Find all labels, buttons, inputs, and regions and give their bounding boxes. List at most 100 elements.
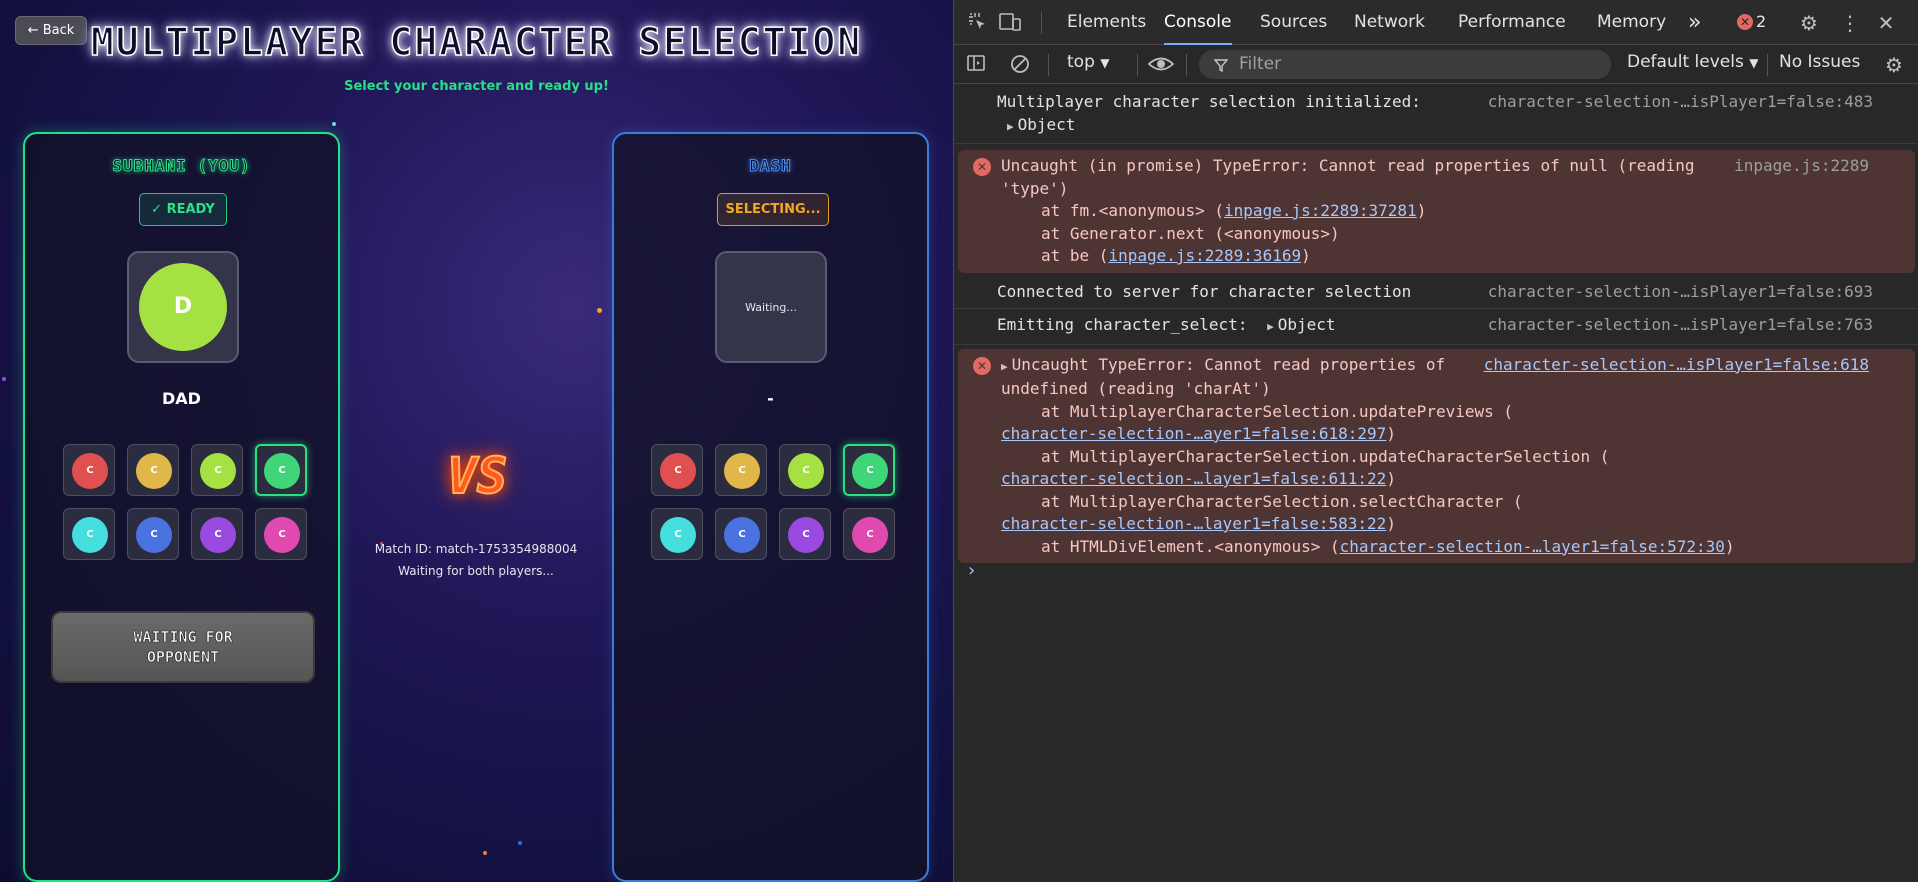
tab-performance[interactable]: Performance (1458, 0, 1566, 45)
character-option[interactable]: C (779, 444, 831, 496)
devtools-panel: Elements Console Sources Network Perform… (953, 0, 1918, 882)
expand-triangle-icon: ▶ (1007, 119, 1014, 133)
console-settings-icon[interactable]: ⚙ (1882, 53, 1906, 77)
source-link[interactable]: inpage.js:2289 (1734, 155, 1869, 178)
object-expander[interactable]: ▶ Object (997, 114, 1907, 139)
character-avatar: C (264, 453, 300, 489)
tab-memory[interactable]: Memory (1597, 0, 1666, 45)
error-text: undefined (reading 'charAt') (1001, 379, 1271, 398)
chevron-down-icon: ▼ (1100, 56, 1110, 70)
error-counter[interactable]: ✕ 2 (1737, 12, 1766, 31)
player2-character-name: - (767, 389, 774, 408)
star (597, 308, 602, 313)
character-avatar: C (724, 453, 760, 489)
eye-icon[interactable] (1147, 53, 1175, 77)
character-option[interactable]: C (651, 444, 703, 496)
player1-name: SUBHANI (YOU) (112, 156, 251, 176)
kebab-menu-icon[interactable]: ⋮ (1838, 11, 1862, 35)
star (483, 851, 487, 855)
console-messages: Multiplayer character selection initiali… (954, 85, 1918, 563)
log-levels-label: Default levels (1627, 52, 1744, 72)
stack-frame: at MultiplayerCharacterSelection.selectC… (1001, 491, 1903, 514)
log-levels-dropdown[interactable]: Default levels ▼ (1627, 52, 1758, 72)
source-link[interactable]: character-selection-…isPlayer1=false:763 (1488, 314, 1873, 337)
close-icon[interactable]: ✕ (1874, 11, 1898, 35)
character-option[interactable]: C (715, 508, 767, 560)
filter-icon (1213, 50, 1229, 82)
character-avatar: C (72, 517, 108, 553)
character-avatar: C (660, 517, 696, 553)
tab-sources[interactable]: Sources (1260, 0, 1327, 45)
console-log-message: Multiplayer character selection initiali… (954, 85, 1918, 144)
source-link[interactable]: character-selection-…isPlayer1=false:618 (1484, 354, 1869, 377)
toolbar-divider (1186, 54, 1187, 76)
character-option[interactable]: C (255, 508, 307, 560)
player1-character-grid: CCCCCCCC (63, 444, 307, 560)
toolbar-divider (1137, 54, 1138, 76)
object-label: Object (1017, 114, 1076, 134)
console-prompt[interactable]: › (968, 560, 975, 581)
stack-link[interactable]: character-selection-…ayer1=false:618:297 (1001, 424, 1386, 443)
character-option[interactable]: C (255, 444, 307, 496)
filter-placeholder: Filter (1239, 54, 1282, 74)
tab-network[interactable]: Network (1354, 0, 1425, 45)
stack-link[interactable]: character-selection-…layer1=false:583:22 (1001, 514, 1386, 533)
devtools-tab-bar: Elements Console Sources Network Perform… (954, 0, 1918, 45)
character-avatar: C (660, 453, 696, 489)
stack-frame-text: ) (1301, 246, 1311, 265)
device-toolbar-icon[interactable] (998, 11, 1022, 35)
character-option[interactable]: C (127, 444, 179, 496)
error-text: Uncaught TypeError: Cannot read properti… (1011, 354, 1446, 374)
player1-status-badge: ✓ READY (139, 193, 227, 226)
stack-frame-text: at MultiplayerCharacterSelection.updateC… (1041, 446, 1610, 466)
tab-elements[interactable]: Elements (1067, 0, 1146, 45)
match-id: Match ID: match-1753354988004 (374, 542, 578, 556)
clear-icon[interactable] (1008, 53, 1032, 77)
error-icon: ✕ (1737, 14, 1753, 30)
character-avatar: C (852, 517, 888, 553)
object-label: Object (1277, 315, 1336, 334)
stack-link[interactable]: inpage.js:2289:37281 (1224, 201, 1417, 220)
stack-frame: at MultiplayerCharacterSelection.updateC… (1001, 446, 1903, 469)
tab-console[interactable]: Console (1164, 0, 1232, 45)
stack-link[interactable]: character-selection-…layer1=false:572:30 (1340, 537, 1725, 556)
character-option[interactable]: C (843, 508, 895, 560)
player2-status-badge: SELECTING... (717, 193, 829, 226)
console-error-message: ✕ Uncaught (in promise) TypeError: Canno… (958, 150, 1915, 273)
stack-frame-text: at HTMLDivElement.<anonymous> ( (1041, 536, 1340, 556)
expand-triangle-icon[interactable]: ▶ (1001, 356, 1008, 379)
sidebar-icon[interactable] (964, 53, 988, 77)
issues-button[interactable]: No Issues (1779, 52, 1860, 72)
object-expander[interactable]: ▶ Object (1267, 315, 1335, 334)
filter-input[interactable]: Filter (1199, 50, 1611, 79)
stack-link[interactable]: inpage.js:2289:36169 (1108, 246, 1301, 265)
player2-name: DASH (749, 156, 792, 176)
character-option[interactable]: C (779, 508, 831, 560)
waiting-for-opponent-button[interactable]: WAITING FOR OPPONENT (51, 611, 315, 683)
stack-link[interactable]: character-selection-…layer1=false:611:22 (1001, 469, 1386, 488)
stack-frame: character-selection-…ayer1=false:618:297… (1001, 423, 1903, 446)
context-selector[interactable]: top ▼ (1067, 52, 1110, 72)
page-subtitle: Select your character and ready up! (344, 79, 609, 94)
inspect-icon[interactable] (966, 11, 990, 35)
character-option[interactable]: C (715, 444, 767, 496)
character-option[interactable]: C (843, 444, 895, 496)
player2-waiting-text: Waiting... (745, 301, 797, 314)
character-option[interactable]: C (191, 508, 243, 560)
more-tabs-icon[interactable]: » (1688, 0, 1701, 45)
character-option[interactable]: C (191, 444, 243, 496)
context-value: top (1067, 52, 1095, 72)
source-link[interactable]: character-selection-…isPlayer1=false:483 (1488, 91, 1873, 114)
character-option[interactable]: C (63, 444, 115, 496)
character-option[interactable]: C (63, 508, 115, 560)
player1-character-name: DAD (162, 389, 201, 408)
button-label-line: WAITING FOR (133, 628, 233, 647)
source-link[interactable]: character-selection-…isPlayer1=false:693 (1488, 281, 1873, 304)
character-option[interactable]: C (127, 508, 179, 560)
star (518, 841, 522, 845)
error-icon: ✕ (973, 158, 991, 176)
settings-icon[interactable]: ⚙ (1797, 11, 1821, 35)
character-avatar: C (200, 453, 236, 489)
player2-character-preview: Waiting... (715, 251, 827, 363)
character-option[interactable]: C (651, 508, 703, 560)
